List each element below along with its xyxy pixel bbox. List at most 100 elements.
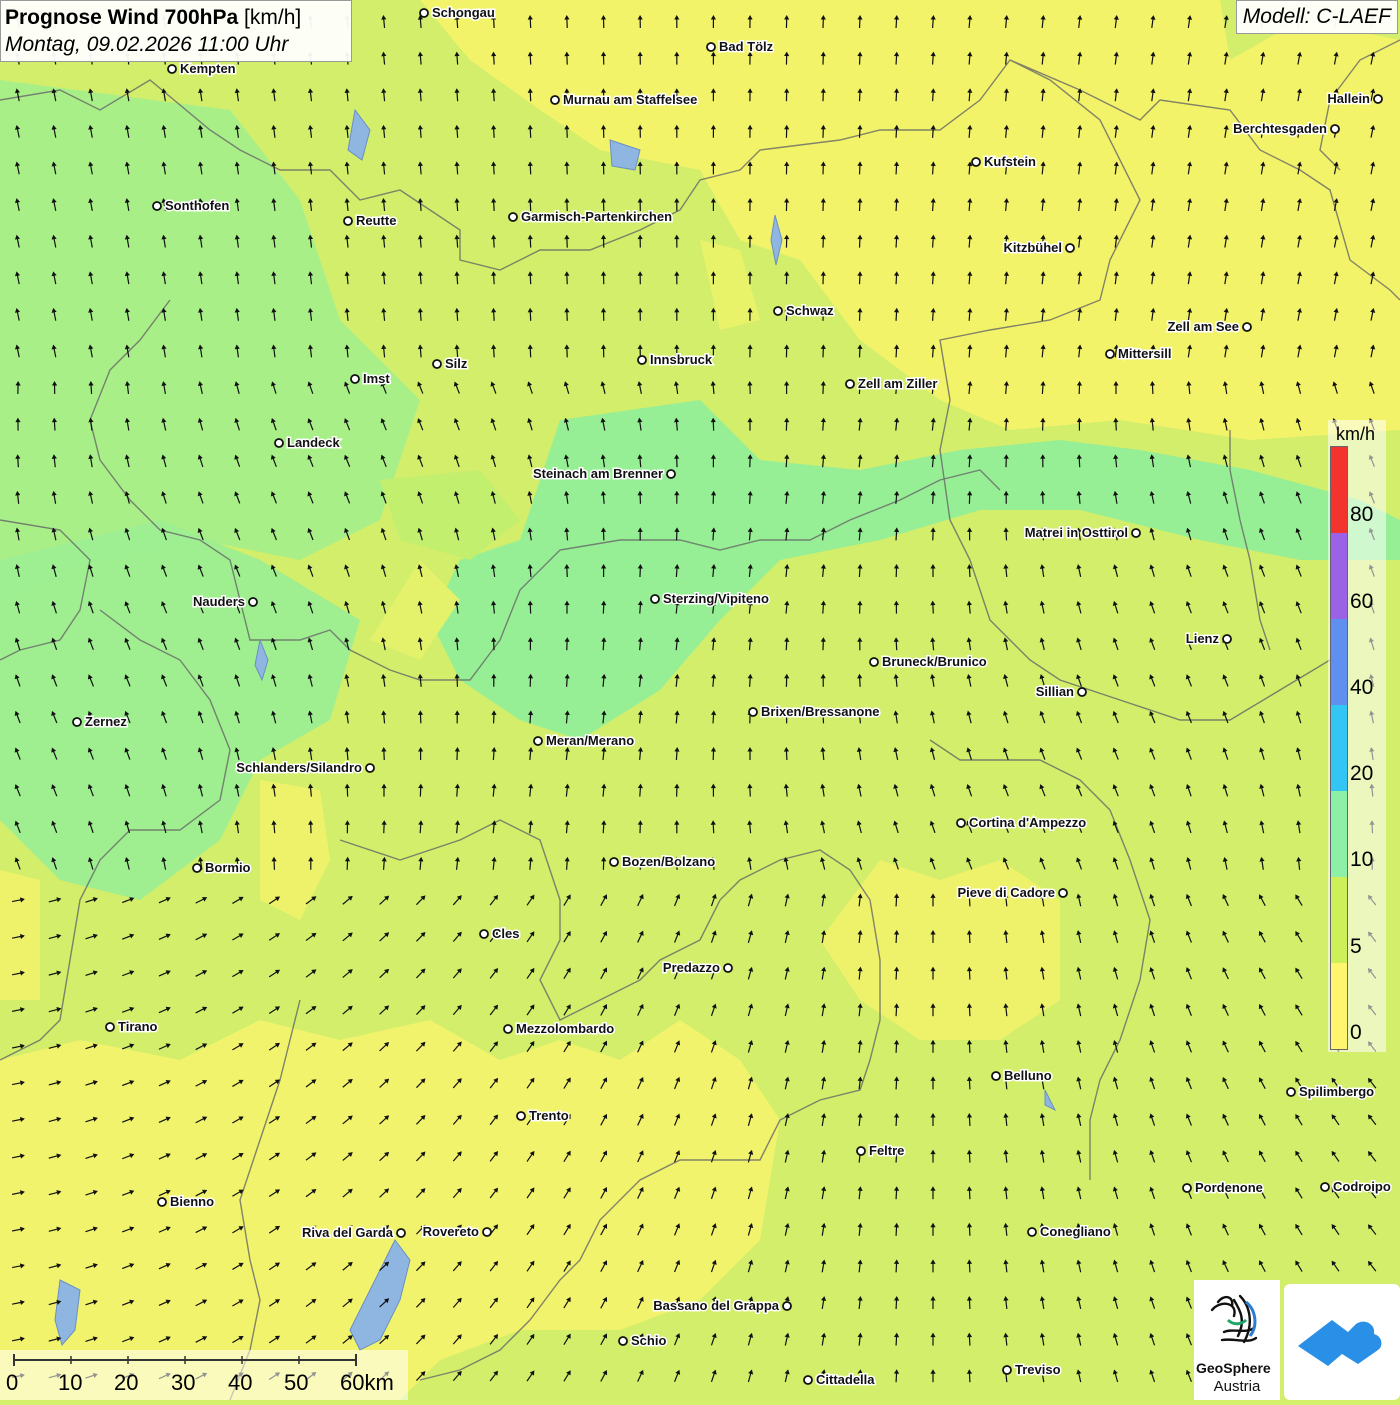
city-dot-icon — [433, 360, 441, 368]
city-label: Innsbruck — [650, 352, 713, 367]
city-dot-icon — [153, 202, 161, 210]
city-label: Steinach am Brenner — [533, 466, 663, 481]
city-label: Brixen/Bressanone — [761, 704, 880, 719]
map-title-main: Prognose Wind 700hPa — [5, 6, 238, 29]
city-label: Predazzo — [663, 960, 720, 975]
city-label: Schlanders/Silandro — [236, 760, 362, 775]
city-label: Hallein — [1327, 91, 1370, 106]
geosphere-name: GeoSphere — [1194, 1360, 1288, 1376]
scale-label: 20 — [114, 1370, 138, 1396]
city-label: Bad Tölz — [719, 39, 774, 54]
city-label: Cortina d'Ampezzo — [969, 815, 1086, 830]
city-dot-icon — [517, 1112, 525, 1120]
city-label: Garmisch-Partenkirchen — [521, 209, 672, 224]
city-marker[interactable]: Riva del Garda — [302, 1225, 405, 1240]
city-label: Lienz — [1186, 631, 1220, 646]
geosphere-country: Austria — [1194, 1378, 1280, 1395]
city-label: Sillian — [1036, 684, 1074, 699]
city-marker[interactable]: Berchtesgaden — [1233, 121, 1339, 136]
city-marker[interactable]: Innsbruck — [638, 352, 713, 367]
city-marker[interactable]: Bozen/Bolzano — [610, 854, 715, 869]
city-dot-icon — [1223, 635, 1231, 643]
city-dot-icon — [193, 864, 201, 872]
legend-swatch — [1331, 705, 1347, 791]
scale-label: 30 — [171, 1370, 195, 1396]
city-dot-icon — [551, 96, 559, 104]
city-marker[interactable]: Meran/Merano — [534, 733, 634, 748]
city-label: Zernez — [85, 714, 127, 729]
city-dot-icon — [1132, 529, 1140, 537]
city-label: Bozen/Bolzano — [622, 854, 715, 869]
city-dot-icon — [1331, 125, 1339, 133]
legend-label: 0 — [1350, 1022, 1362, 1044]
wind-map[interactable]: Schongau Bad Tölz Kempten Murnau am Staffel… — [0, 0, 1400, 1400]
city-dot-icon — [1059, 889, 1067, 897]
scale-label: 40 — [228, 1370, 252, 1396]
city-marker[interactable]: Bassano del Grappa — [653, 1298, 791, 1313]
city-dot-icon — [1287, 1088, 1295, 1096]
legend-label: 20 — [1350, 763, 1373, 785]
city-marker[interactable]: Spilimbergo — [1287, 1084, 1374, 1099]
city-label: Schio — [631, 1333, 666, 1348]
legend-color-bar — [1330, 446, 1348, 1050]
city-marker[interactable]: Mezzolombardo — [504, 1021, 614, 1036]
city-marker[interactable]: Murnau am Staffelsee — [551, 92, 697, 107]
city-dot-icon — [992, 1072, 1000, 1080]
city-label: Imst — [363, 371, 390, 386]
legend-label: 10 — [1350, 849, 1373, 871]
city-marker[interactable]: Sterzing/Vipiteno — [651, 591, 769, 606]
city-dot-icon — [783, 1302, 791, 1310]
city-marker[interactable]: Zell am Ziller — [846, 376, 937, 391]
city-dot-icon — [1183, 1184, 1191, 1192]
city-marker[interactable]: Schlanders/Silandro — [236, 760, 374, 775]
city-marker[interactable]: Pieve di Cadore — [957, 885, 1067, 900]
city-label: Riva del Garda — [302, 1225, 394, 1240]
city-label: Bassano del Grappa — [653, 1298, 779, 1313]
city-dot-icon — [249, 598, 257, 606]
legend-label: 80 — [1350, 504, 1373, 526]
city-dot-icon — [480, 930, 488, 938]
city-label: Bruneck/Brunico — [882, 654, 987, 669]
legend-label: 5 — [1350, 936, 1362, 958]
legend-swatch — [1331, 877, 1347, 963]
city-dot-icon — [972, 158, 980, 166]
geosphere-logo[interactable]: GeoSphere Austria — [1194, 1280, 1280, 1400]
city-label: Conegliano — [1040, 1224, 1111, 1239]
city-marker[interactable]: Zell am See — [1167, 319, 1251, 334]
city-dot-icon — [707, 43, 715, 51]
city-dot-icon — [351, 375, 359, 383]
city-dot-icon — [749, 708, 757, 716]
scale-bar: 0102030405060km — [0, 1350, 408, 1400]
city-dot-icon — [638, 356, 646, 364]
city-marker[interactable]: Conegliano — [1028, 1224, 1111, 1239]
city-label: Codroipo — [1333, 1179, 1391, 1194]
city-label: Berchtesgaden — [1233, 121, 1327, 136]
city-marker[interactable]: Bruneck/Brunico — [870, 654, 987, 669]
model-label: Modell: C-LAEF — [1236, 0, 1398, 34]
city-marker[interactable]: Pordenone — [1183, 1180, 1263, 1195]
city-marker[interactable]: Brixen/Bressanone — [749, 704, 880, 719]
map-title-unit: [km/h] — [244, 6, 301, 29]
city-label: Zell am Ziller — [858, 376, 937, 391]
city-marker[interactable]: Sonthofen — [153, 198, 229, 213]
title-box: Prognose Wind 700hPa [km/h] Montag, 09.0… — [0, 0, 352, 62]
city-dot-icon — [804, 1376, 812, 1384]
city-label: Reutte — [356, 213, 396, 228]
weather-app-logo[interactable] — [1284, 1284, 1400, 1400]
city-marker[interactable]: Schongau — [420, 5, 495, 20]
city-dot-icon — [610, 858, 618, 866]
city-marker[interactable]: Cortina d'Ampezzo — [957, 815, 1086, 830]
city-label: Schongau — [432, 5, 495, 20]
city-marker[interactable]: Garmisch-Partenkirchen — [509, 209, 672, 224]
city-marker[interactable]: Steinach am Brenner — [533, 466, 675, 481]
city-label: Tirano — [118, 1019, 158, 1034]
city-dot-icon — [1028, 1228, 1036, 1236]
scale-label: 60km — [340, 1370, 394, 1396]
city-marker[interactable]: Matrei in Osttirol — [1025, 525, 1140, 540]
city-label: Kempten — [180, 61, 236, 76]
city-label: Zell am See — [1167, 319, 1239, 334]
city-dot-icon — [651, 595, 659, 603]
city-dot-icon — [275, 439, 283, 447]
legend-label: 40 — [1350, 677, 1373, 699]
city-label: Trento — [529, 1108, 569, 1123]
